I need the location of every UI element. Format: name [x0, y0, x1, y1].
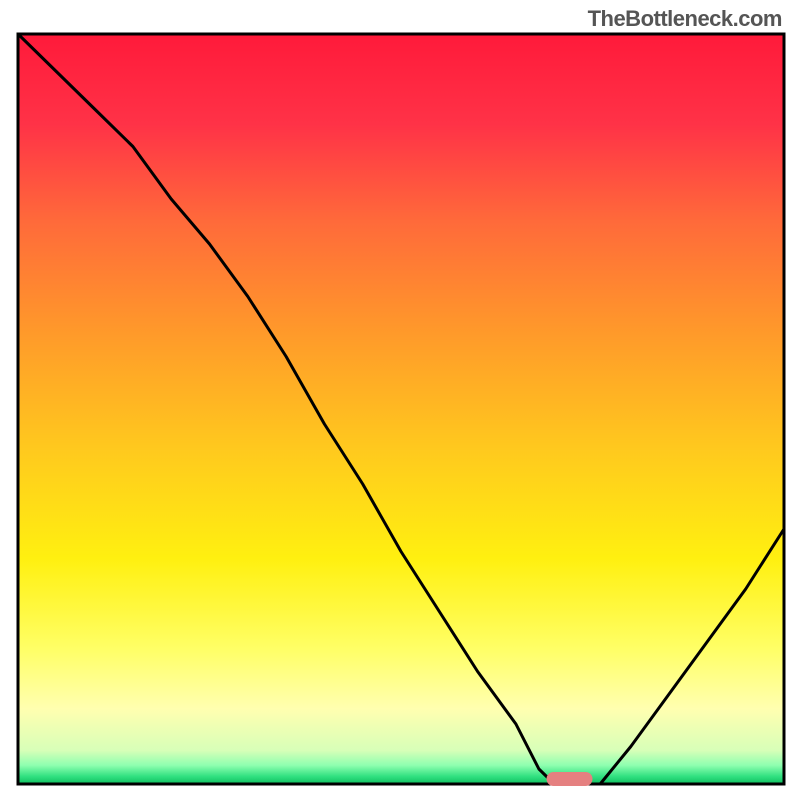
- optimal-marker: [547, 772, 593, 786]
- chart-container: TheBottleneck.com: [0, 0, 800, 800]
- bottleneck-chart: [0, 0, 800, 800]
